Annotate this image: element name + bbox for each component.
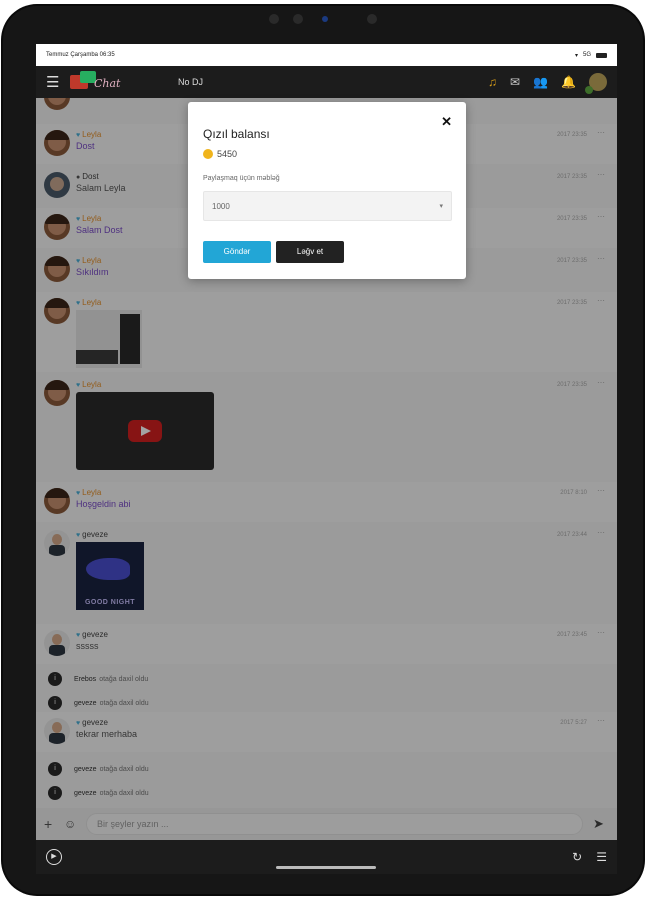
- battery-icon: [596, 52, 607, 58]
- amount-select[interactable]: 1000 ▾: [203, 191, 452, 221]
- app-logo[interactable]: Chat: [70, 71, 120, 93]
- status-datetime: Temmuz Çarşamba 06:35: [46, 52, 115, 58]
- music-note-icon[interactable]: ♫: [488, 75, 497, 89]
- bell-icon[interactable]: 🔔: [561, 75, 576, 89]
- list-icon[interactable]: ☰: [596, 850, 607, 864]
- amount-label: Paylaşmaq üçün məbləğ: [203, 175, 280, 182]
- hamburger-icon[interactable]: ☰: [46, 73, 66, 91]
- chevron-down-icon: ▾: [439, 203, 443, 210]
- network-label: 5G: [582, 52, 591, 58]
- sensor-dot: [293, 14, 303, 24]
- refresh-icon[interactable]: ↻: [572, 850, 582, 864]
- gold-share-dialog: Qızıl balansı ✕ 5450 Paylaşmaq üçün məbl…: [188, 102, 466, 279]
- play-icon[interactable]: ▶: [46, 849, 62, 865]
- cancel-button[interactable]: Ləğv et: [276, 241, 344, 263]
- amount-value: 1000: [212, 201, 230, 211]
- tablet-frame: Temmuz Çarşamba 06:35 ▾ 5G ☰ Chat No DJ …: [3, 6, 643, 894]
- dj-label: No DJ: [178, 77, 204, 87]
- status-bar: Temmuz Çarşamba 06:35 ▾ 5G: [36, 44, 617, 66]
- gold-balance: 5450: [203, 149, 237, 159]
- profile-avatar[interactable]: [585, 73, 607, 94]
- coin-icon: [203, 149, 213, 159]
- wifi-icon: ▾: [574, 52, 578, 59]
- camera-dot: [322, 16, 328, 22]
- sensor-dot: [367, 14, 377, 24]
- balance-value: 5450: [217, 149, 238, 159]
- user-add-icon[interactable]: 👥: [533, 75, 548, 89]
- dialog-title: Qızıl balansı: [203, 127, 270, 141]
- close-icon[interactable]: ✕: [441, 114, 452, 130]
- sensor-dot: [269, 14, 279, 24]
- envelope-icon[interactable]: ✉: [510, 75, 520, 89]
- top-bar: ☰ Chat No DJ ♫ ✉ 👥 🔔: [36, 66, 617, 98]
- send-button[interactable]: Göndər: [203, 241, 271, 263]
- home-indicator: [276, 866, 376, 869]
- app-screen: Temmuz Çarşamba 06:35 ▾ 5G ☰ Chat No DJ …: [36, 44, 617, 874]
